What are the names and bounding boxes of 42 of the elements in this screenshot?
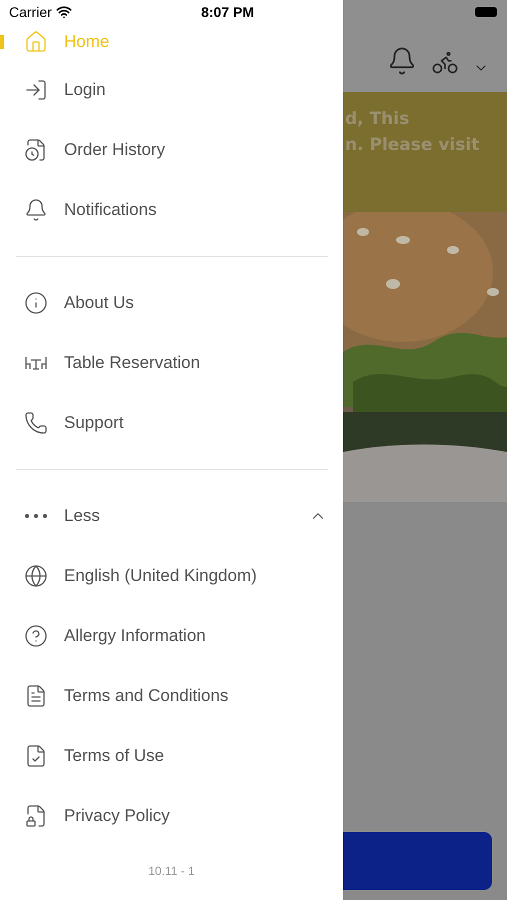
menu-label: Home [64, 32, 110, 52]
battery-icon [475, 7, 497, 17]
menu-label: Support [64, 413, 124, 433]
menu-item[interactable]: Terms and Conditions [0, 666, 343, 726]
globe-icon [24, 564, 48, 588]
version-text: 10.11 - 1 [147, 864, 196, 878]
menu-item[interactable]: English (United Kingdom) [0, 546, 343, 606]
menu-label: About Us [64, 293, 134, 313]
phone-icon [24, 411, 48, 435]
menu-item[interactable]: Allergy Information [0, 606, 343, 666]
menu-item[interactable]: Terms of Use [0, 726, 343, 786]
wifi-icon [56, 4, 72, 20]
bell-icon [24, 198, 48, 222]
bell-icon[interactable] [387, 46, 417, 76]
banner-text: d, This [345, 108, 410, 131]
menu-label: Allergy Information [64, 626, 206, 646]
menu-item[interactable]: Login [0, 60, 343, 120]
menu-item[interactable]: Order History [0, 120, 343, 180]
menu-label: Terms and Conditions [64, 686, 228, 706]
menu-item[interactable]: Support [0, 393, 343, 453]
help-icon [24, 624, 48, 648]
menu-item[interactable]: About Us [0, 273, 343, 333]
menu-label: English (United Kingdom) [64, 566, 257, 586]
login-icon [24, 78, 48, 102]
menu-label: Order History [64, 140, 166, 160]
menu-item[interactable]: Notifications [0, 180, 343, 240]
selection-indicator [0, 35, 4, 49]
more-icon [25, 514, 47, 518]
toggle-label: Less [64, 506, 100, 526]
menu-item[interactable]: Table Reservation [0, 333, 343, 393]
menu-item[interactable]: Privacy Policy [0, 786, 343, 846]
menu-label: Notifications [64, 200, 157, 220]
menu-label: Privacy Policy [64, 806, 170, 826]
menu-label: Table Reservation [64, 353, 200, 373]
house-icon [24, 30, 48, 54]
banner-text: n. Please visit [345, 134, 480, 157]
clock-text: 8:07 PM [201, 4, 254, 20]
carrier-text: Carrier [9, 4, 52, 20]
less-toggle[interactable]: Less [0, 486, 343, 546]
menu-label: Terms of Use [64, 746, 164, 766]
menu-label: Login [64, 80, 106, 100]
info-icon [24, 291, 48, 315]
